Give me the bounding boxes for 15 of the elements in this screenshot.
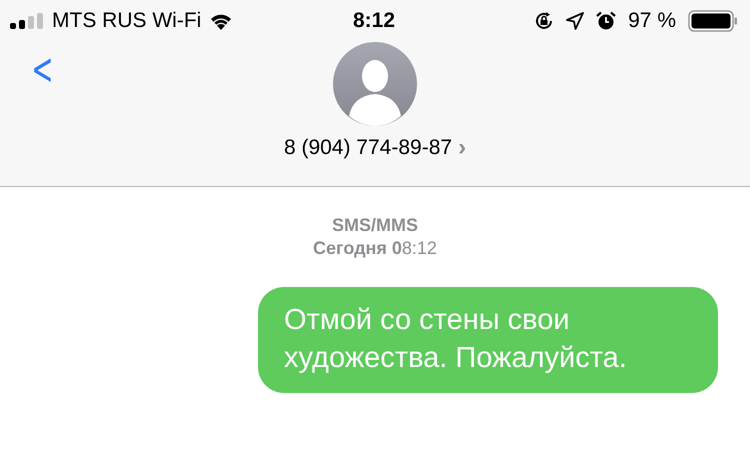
carrier-name: MTS RUS Wi-Fi bbox=[52, 9, 202, 33]
message-timestamp: Сегодня 08:12 bbox=[313, 238, 437, 259]
alarm-clock-icon bbox=[596, 11, 616, 31]
battery-percentage: 97 % bbox=[628, 9, 676, 33]
rotation-lock-icon bbox=[534, 11, 554, 31]
contact-number[interactable]: 8 (904) 774-89-87 › bbox=[284, 134, 466, 162]
message-bubble: Отмой со стены свои художества. Пожалуйста. bbox=[258, 287, 718, 393]
location-arrow-icon bbox=[566, 12, 584, 30]
signal-icon bbox=[10, 13, 44, 29]
service-label: SMS/MMS bbox=[332, 215, 418, 236]
battery-icon bbox=[688, 10, 738, 32]
avatar-icon[interactable] bbox=[333, 42, 417, 126]
wifi-icon bbox=[209, 12, 234, 30]
back-button[interactable]: < bbox=[28, 48, 58, 92]
clock-time: 8:12 bbox=[352, 9, 396, 33]
